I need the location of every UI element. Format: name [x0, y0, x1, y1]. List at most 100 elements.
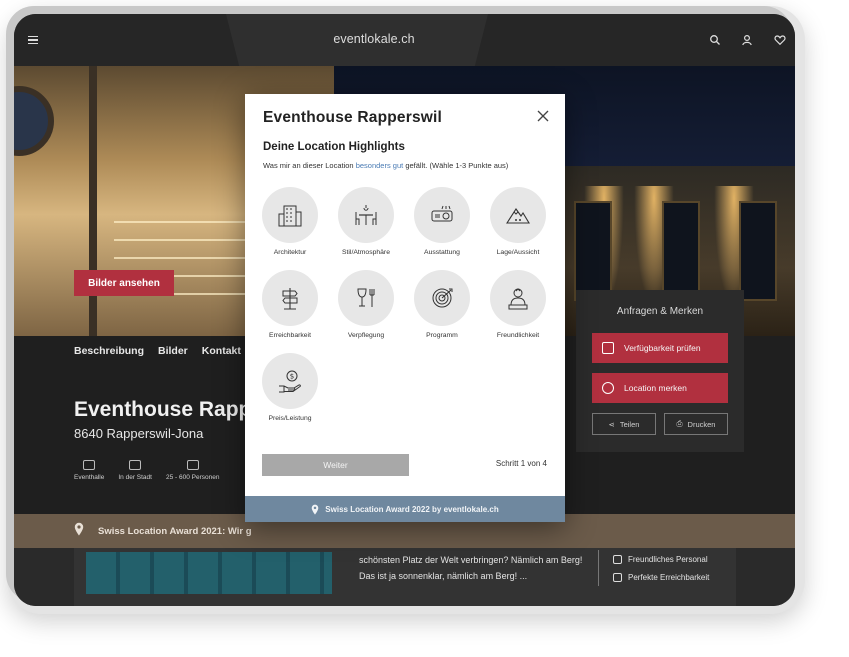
modal-title: Eventhouse Rapperswil	[263, 109, 443, 126]
lower-highlights: Freundliches Personal Perfekte Erreichba…	[598, 550, 709, 586]
signpost-icon	[282, 288, 298, 310]
tile-circle	[490, 187, 546, 243]
fact-type: Eventhalle	[74, 460, 104, 481]
train-icon	[613, 572, 622, 582]
dining-table-icon	[355, 205, 377, 225]
subnav-images[interactable]: Bilder	[158, 345, 188, 357]
fact-label: In der Stadt	[118, 474, 152, 481]
modal-heading: Deine Location Highlights	[263, 141, 405, 153]
tile-label: Erreichbarkeit	[269, 332, 311, 339]
hint-text: gefällt. (Wähle 1-3 Punkte aus)	[403, 161, 509, 170]
tile-label: Stil/Atmosphäre	[342, 249, 390, 256]
wine-cutlery-icon	[357, 288, 375, 307]
projector-icon	[431, 205, 453, 222]
fact-capacity: 25 - 600 Personen	[166, 460, 219, 481]
hero-window	[662, 201, 700, 301]
print-button[interactable]: ⎙ Drucken	[664, 413, 728, 435]
fact-label: Eventhalle	[74, 474, 105, 481]
subnav-description[interactable]: Beschreibung	[74, 345, 144, 357]
tile-circle	[490, 270, 546, 326]
staff-icon	[613, 554, 622, 564]
highlight-tile-accessibility[interactable]: Erreichbarkeit	[255, 270, 325, 339]
tile-circle: $	[262, 353, 318, 409]
step-indicator: Schritt 1 von 4	[495, 459, 547, 468]
tile-label: Lage/Aussicht	[496, 249, 540, 256]
hall-icon	[83, 460, 96, 470]
highlight-tile-view[interactable]: Lage/Aussicht	[483, 187, 553, 256]
fact-label: 25 - 600 Personen	[165, 474, 220, 481]
hint-highlight: besonders gut	[355, 161, 404, 170]
highlights-modal: Eventhouse Rapperswil Deine Location Hig…	[245, 94, 565, 522]
share-icon: ⋖	[608, 419, 615, 429]
city-icon	[129, 460, 142, 470]
subnav-contact[interactable]: Kontakt	[202, 345, 241, 357]
logo-suffix: lokale.ch	[364, 32, 415, 46]
lower-list-item: Perfekte Erreichbarkeit	[613, 568, 709, 586]
button-label: Location merken	[624, 383, 687, 393]
remember-location-button[interactable]: Location merken	[592, 373, 728, 403]
lower-image	[86, 552, 332, 594]
tile-label: Preis/Leistung	[268, 415, 312, 422]
view-images-button[interactable]: Bilder ansehen	[74, 270, 174, 296]
venue-location: 8640 Rapperswil-Jona	[74, 426, 204, 441]
highlight-tile-program[interactable]: Programm	[407, 270, 477, 339]
highlight-tile-style[interactable]: Stil/Atmosphäre	[331, 187, 401, 256]
heart-icon	[602, 382, 614, 394]
people-icon	[186, 460, 199, 470]
award-text: Swiss Location Award 2021: Wir g	[98, 526, 252, 537]
highlight-tile-architecture[interactable]: Architektur	[255, 187, 325, 256]
modal-hint: Was mir an dieser Location besonders gut…	[263, 161, 508, 170]
venue-title: Eventhouse Rapp	[74, 398, 252, 421]
check-availability-button[interactable]: Verfügbarkeit prüfen	[592, 333, 728, 363]
request-panel-title: Anfragen & Merken	[616, 306, 704, 317]
lower-description: schönsten Platz der Welt verbringen? Näm…	[359, 552, 589, 584]
button-label: Teilen	[619, 419, 640, 429]
button-label: Drucken	[687, 419, 716, 429]
logo-prefix: event	[333, 32, 365, 46]
user-icon[interactable]	[741, 34, 753, 46]
button-label: Verfügbarkeit prüfen	[624, 343, 701, 353]
tile-circle	[262, 270, 318, 326]
site-logo[interactable]: eventlokale.ch	[294, 32, 454, 46]
screen: eventlokale.ch Bilder ansehen Beschreibu…	[14, 14, 795, 606]
tile-circle	[262, 187, 318, 243]
target-icon	[432, 288, 453, 308]
tile-circle	[414, 187, 470, 243]
calendar-icon	[602, 342, 614, 354]
modal-footer: Swiss Location Award 2022 by eventlokale…	[245, 496, 565, 522]
tile-circle	[414, 270, 470, 326]
location-pin-icon	[74, 522, 84, 536]
top-bar: eventlokale.ch	[14, 14, 795, 66]
tile-label: Freundlichkeit	[496, 332, 540, 339]
highlight-tile-equipment[interactable]: Ausstattung	[407, 187, 477, 256]
printer-icon: ⎙	[676, 419, 683, 428]
building-icon	[278, 205, 302, 227]
search-icon[interactable]	[709, 34, 721, 46]
menu-icon[interactable]	[28, 36, 38, 44]
highlight-tile-value[interactable]: $ Preis/Leistung	[255, 353, 325, 422]
tile-label: Ausstattung	[424, 249, 460, 256]
svg-text:$: $	[290, 373, 294, 381]
share-button[interactable]: ⋖ Teilen	[592, 413, 656, 435]
highlight-tile-friendliness[interactable]: Freundlichkeit	[483, 270, 553, 339]
venue-facts: Eventhalle In der Stadt 25 - 600 Persone…	[74, 460, 219, 481]
lower-list-item: Freundliches Personal	[613, 550, 709, 568]
fact-setting: In der Stadt	[118, 460, 152, 481]
hint-text: Was mir an dieser Location	[263, 161, 356, 170]
location-pin-icon	[311, 504, 319, 515]
lower-text-line: Das ist ja sonnenklar, nämlich am Berg! …	[359, 571, 528, 581]
lower-list-label: Perfekte Erreichbarkeit	[628, 572, 710, 582]
next-button[interactable]: Weiter	[262, 454, 409, 476]
tile-label: Architektur	[273, 249, 307, 256]
hero-window	[574, 201, 612, 301]
sub-navigation: Beschreibung Bilder Kontakt	[74, 345, 241, 357]
lower-list-label: Freundliches Personal	[628, 554, 708, 564]
staff-icon	[508, 288, 528, 310]
heart-icon[interactable]	[774, 34, 786, 46]
mountain-icon	[505, 208, 530, 224]
lower-text-line: schönsten Platz der Welt verbringen? Näm…	[359, 555, 583, 565]
close-icon[interactable]	[536, 109, 550, 123]
tile-label: Verpflegung	[347, 332, 385, 339]
highlight-tile-catering[interactable]: Verpflegung	[331, 270, 401, 339]
tile-circle	[338, 270, 394, 326]
